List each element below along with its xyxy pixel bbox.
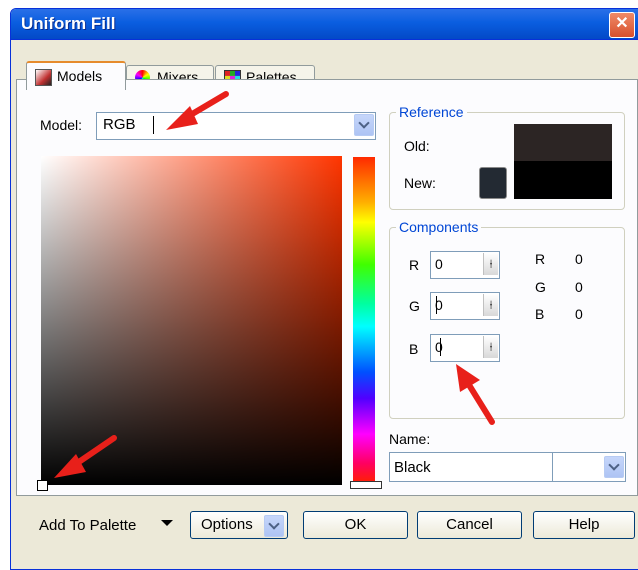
ok-button[interactable]: OK [303,511,408,539]
hue-slider-handle[interactable] [350,481,382,489]
g-readout-value: 0 [575,279,583,295]
chevron-down-icon[interactable] [604,456,624,478]
title-bar[interactable]: Uniform Fill ✕ [11,9,638,40]
g-readout-label: G [535,279,546,295]
color-name-value: Black [394,459,431,476]
text-caret [153,116,154,134]
tab-models[interactable]: Models [26,61,126,90]
b-spin-arrows-icon[interactable]: ⍿ [483,336,498,358]
name-label: Name: [389,431,431,447]
r-value-stepper[interactable]: 0 ⍿ [430,251,500,279]
annotation-arrow-marker [54,435,117,478]
model-dropdown[interactable]: RGB [96,112,376,140]
options-button[interactable]: Options [190,511,288,539]
r-input-label: R [409,257,420,273]
models-icon [35,69,52,86]
text-caret [436,296,437,314]
model-label: Model: [40,117,83,133]
add-to-palette-button[interactable]: Add To Palette [39,517,136,534]
color-field-marker[interactable] [37,480,48,491]
text-caret [440,338,441,356]
add-to-palette-dropdown-icon[interactable] [161,520,173,526]
new-color-swatch [514,161,612,199]
r-input-value: 0 [435,256,443,272]
new-color-chip[interactable] [479,167,507,199]
g-input-label: G [409,298,420,314]
b-readout-label: B [535,306,545,322]
hue-slider[interactable] [353,157,375,483]
components-group: Components [389,219,625,419]
model-value: RGB [103,116,136,133]
b-input-label: B [409,341,419,357]
b-value-stepper[interactable]: 0 ⍿ [430,334,500,362]
r-spin-arrows-icon[interactable]: ⍿ [483,253,498,275]
annotation-arrow-blue-field [456,364,495,425]
old-color-swatch [514,124,612,161]
chevron-down-icon[interactable] [354,114,374,136]
chevron-down-icon[interactable] [264,515,284,537]
close-button[interactable]: ✕ [609,12,635,38]
reference-legend: Reference [399,104,464,120]
tab-models-label: Models [57,68,103,84]
g-value-stepper[interactable]: 0 ⍿ [430,292,500,320]
combo-divider [552,453,553,481]
color-name-combobox[interactable]: Black [389,452,626,482]
new-label: New: [404,175,436,191]
cancel-button[interactable]: Cancel [417,511,522,539]
annotation-arrow-model [166,91,229,130]
help-button[interactable]: Help [533,511,635,539]
options-label: Options [201,516,253,533]
components-legend: Components [399,219,479,235]
b-readout-value: 0 [575,306,583,322]
b-input-value: 0 [435,339,443,355]
window-title: Uniform Fill [21,14,116,33]
old-label: Old: [404,138,430,154]
r-readout-value: 0 [575,251,583,267]
r-readout-label: R [535,251,546,267]
g-spin-arrows-icon[interactable]: ⍿ [483,294,498,316]
